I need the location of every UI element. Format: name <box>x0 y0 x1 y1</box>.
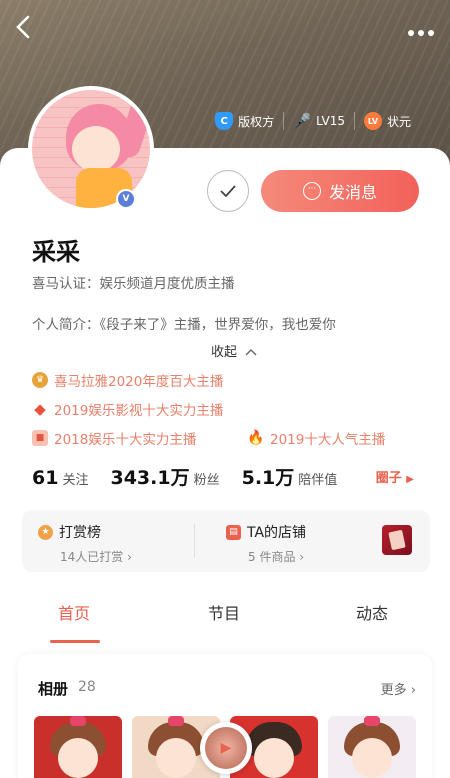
companion-label: 陪伴值 <box>298 473 338 488</box>
avatar[interactable] <box>28 86 154 212</box>
shop-product-thumbnail[interactable] <box>382 525 412 555</box>
reward-shop-panel: ★ 打赏榜 14人已打赏 › ▤ TA的店铺 5 件商品 › <box>22 510 430 572</box>
album-photo[interactable] <box>328 716 416 778</box>
chevron-up-icon <box>245 349 257 356</box>
back-button[interactable] <box>14 14 44 44</box>
following-count[interactable]: 61 <box>32 467 58 489</box>
shop-icon: ▤ <box>226 524 241 540</box>
badge-copyright[interactable]: C 版权方 <box>206 112 283 130</box>
chevron-right-icon: › <box>127 550 132 564</box>
follow-button[interactable] <box>207 170 249 212</box>
chevron-right-icon: › <box>299 550 305 564</box>
medal-icon: ■ <box>32 430 48 446</box>
award-item[interactable]: ♛ 喜马拉雅2020年度百大主播 <box>32 370 223 390</box>
triangle-right-icon: ▶ <box>406 474 414 485</box>
tab-home[interactable]: 首页 <box>58 600 90 624</box>
play-icon: ▶ <box>205 727 247 769</box>
verified-v-icon: V <box>118 191 134 207</box>
profile-intro: 个人简介：《段子来了》主播，世界爱你，我也爱你 <box>32 317 336 333</box>
album-photo[interactable] <box>34 716 122 778</box>
shop-entry[interactable]: ▤ TA的店铺 5 件商品 › <box>226 522 306 565</box>
badge-label: 状元 <box>386 114 411 129</box>
reward-subtitle: 14人已打赏 <box>60 550 124 564</box>
collapse-label: 收起 <box>211 345 238 360</box>
award-item[interactable]: ■ 2018娱乐十大实力主播 <box>32 428 196 448</box>
award-label: 喜马拉雅2020年度百大主播 <box>54 374 224 390</box>
badge-label: 版权方 <box>238 114 275 129</box>
following-label: 关注 <box>62 473 89 488</box>
chevron-right-icon: › <box>410 683 416 698</box>
flame-icon: 🔥 <box>247 430 265 446</box>
reward-ranking-entry[interactable]: ★ 打赏榜 14人已打赏 › <box>38 522 132 565</box>
album-title: 相册 <box>38 680 69 698</box>
diamond-icon: ◆ <box>34 400 46 418</box>
level-icon: LV <box>363 112 382 130</box>
profile-name: 采采 <box>32 238 80 266</box>
star-coin-icon: ★ <box>38 524 53 540</box>
award-label: 2019十大人气主播 <box>270 432 386 448</box>
tab-activity[interactable]: 动态 <box>356 600 388 624</box>
fans-label: 粉丝 <box>193 473 220 488</box>
companion-count[interactable]: 5.1万 <box>242 463 295 490</box>
tab-programs[interactable]: 节目 <box>208 600 240 624</box>
circle-label: 圈子 <box>375 471 402 486</box>
stats-row: 61 关注 343.1万 粉丝 5.1万 陪伴值 圈子 ▶ <box>32 463 422 489</box>
check-icon <box>220 185 236 197</box>
copyright-shield-icon: C <box>215 112 234 130</box>
certification-text: 喜马认证：娱乐频道月度优质主播 <box>32 276 235 292</box>
award-label: 2019娱乐影视十大实力主播 <box>54 403 224 419</box>
more-button[interactable] <box>406 18 436 38</box>
badge-row: C 版权方 🎤 LV15 LV 状元 <box>206 112 420 130</box>
award-label: 2018娱乐十大实力主播 <box>54 432 197 448</box>
collapse-toggle[interactable]: 收起 <box>211 341 257 360</box>
album-more-label: 更多 <box>380 683 407 698</box>
chat-bubble-icon: ··· <box>302 182 321 200</box>
panel-divider <box>194 524 195 558</box>
tab-bar: 首页 节目 动态 <box>0 600 450 646</box>
album-more-link[interactable]: 更多 › <box>381 679 416 698</box>
active-tab-indicator <box>50 640 100 643</box>
microphone-icon: 🎤 <box>292 112 312 130</box>
verified-badge: V <box>116 189 136 209</box>
shop-title: TA的店铺 <box>247 525 307 541</box>
crown-badge-icon: ♛ <box>32 372 48 388</box>
badge-rank[interactable]: LV 状元 <box>353 112 420 130</box>
more-dots-icon <box>408 30 434 36</box>
circle-link[interactable]: 圈子 ▶ <box>376 467 414 486</box>
award-item[interactable]: 🔥 2019十大人气主播 <box>247 428 386 448</box>
album-count: 28 <box>78 679 96 695</box>
award-item[interactable]: ◆ 2019娱乐影视十大实力主播 <box>32 399 223 419</box>
chevron-left-icon <box>16 15 30 39</box>
shop-subtitle: 5 件商品 <box>248 550 296 564</box>
fans-count[interactable]: 343.1万 <box>110 463 189 490</box>
reward-title: 打赏榜 <box>59 525 101 541</box>
badge-level[interactable]: 🎤 LV15 <box>283 112 354 130</box>
send-message-label: 发消息 <box>328 183 377 202</box>
send-message-button[interactable]: ··· 发消息 <box>261 170 419 212</box>
badge-label: LV15 <box>316 114 345 128</box>
floating-player-button[interactable]: ▶ <box>200 722 252 774</box>
